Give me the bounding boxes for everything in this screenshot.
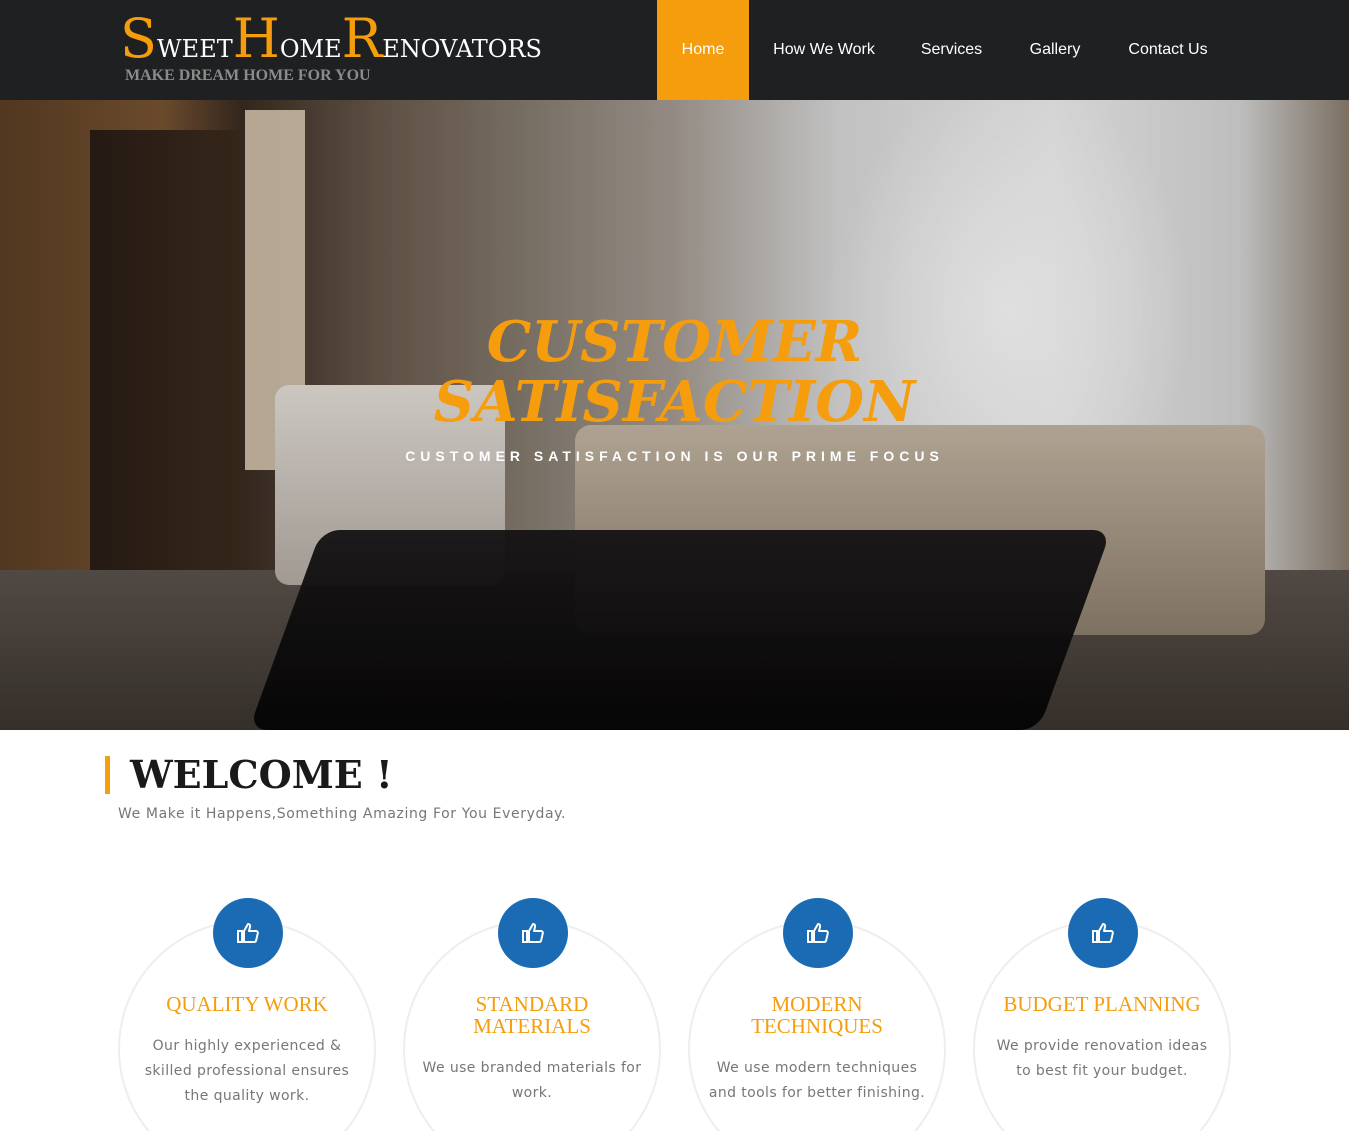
thumbs-up-icon xyxy=(237,923,259,943)
welcome-title: WELCOME ! xyxy=(130,752,393,797)
welcome-accent-bar xyxy=(105,756,110,794)
thumbs-up-icon xyxy=(807,923,829,943)
hero-title-line-1: CUSTOMER xyxy=(486,309,863,375)
nav-item-home[interactable]: Home xyxy=(657,0,749,100)
feature-desc-standard-materials: We use branded materials for work. xyxy=(417,1056,647,1106)
feature-title-line: QUALITY WORK xyxy=(166,992,328,1016)
welcome-subtitle: We Make it Happens,Something Amazing For… xyxy=(118,806,567,822)
hero-subtitle: CUSTOMER SATISFACTION IS OUR PRIME FOCUS xyxy=(405,448,944,464)
feature-title-line: BUDGET PLANNING xyxy=(1003,992,1201,1016)
main-nav: Home How We Work Services Gallery Contac… xyxy=(657,0,1230,100)
feature-desc-budget-planning: We provide renovation ideas to best fit … xyxy=(987,1034,1217,1084)
brand-title-cap-2: H xyxy=(232,7,280,70)
feature-desc-line: We use modern techniques xyxy=(716,1060,918,1076)
brand-logo[interactable]: SweetHomeRenovators MAKE DREAM HOME FOR … xyxy=(120,12,542,85)
feature-icon-circle xyxy=(213,898,283,968)
feature-icon-circle xyxy=(783,898,853,968)
feature-title-standard-materials: STANDARD MATERIALS xyxy=(403,993,661,1037)
feature-desc-line: to best fit your budget. xyxy=(1016,1063,1188,1079)
nav-item-services[interactable]: Services xyxy=(899,0,1004,100)
brand-title: SweetHomeRenovators xyxy=(120,12,542,66)
feature-desc-quality-work: Our highly experienced & skilled profess… xyxy=(132,1034,362,1109)
feature-title-line: MODERN xyxy=(771,992,863,1016)
top-navbar: SweetHomeRenovators MAKE DREAM HOME FOR … xyxy=(0,0,1349,100)
brand-tagline: MAKE DREAM HOME FOR YOU xyxy=(125,67,371,84)
feature-desc-line: Our highly experienced & xyxy=(152,1038,342,1054)
hero-banner: CUSTOMER SATISFACTION CUSTOMER SATISFACT… xyxy=(0,100,1349,730)
feature-title-modern-techniques: MODERN TECHNIQUES xyxy=(688,993,946,1037)
brand-title-cap-3: R xyxy=(341,7,383,70)
feature-title-line: MATERIALS xyxy=(473,1014,591,1038)
brand-title-cap-1: S xyxy=(120,7,157,70)
brand-title-rest-1: weet xyxy=(157,26,233,66)
feature-title-budget-planning: BUDGET PLANNING xyxy=(973,993,1231,1015)
brand-title-rest-2: ome xyxy=(279,26,342,66)
hero-title: CUSTOMER SATISFACTION xyxy=(0,312,1349,432)
feature-title-quality-work: QUALITY WORK xyxy=(118,993,376,1015)
feature-icon-circle xyxy=(498,898,568,968)
feature-desc-line: work. xyxy=(511,1085,553,1101)
nav-item-gallery[interactable]: Gallery xyxy=(1004,0,1106,100)
brand-title-rest-3: enovators xyxy=(382,26,542,66)
nav-item-contact-us[interactable]: Contact Us xyxy=(1106,0,1230,100)
feature-title-line: TECHNIQUES xyxy=(751,1014,883,1038)
thumbs-up-icon xyxy=(1092,923,1114,943)
feature-icon-circle xyxy=(1068,898,1138,968)
thumbs-up-icon xyxy=(522,923,544,943)
feature-desc-line: We use branded materials for xyxy=(422,1060,642,1076)
feature-desc-modern-techniques: We use modern techniques and tools for b… xyxy=(702,1056,932,1106)
nav-item-how-we-work[interactable]: How We Work xyxy=(749,0,899,100)
feature-desc-line: skilled professional ensures xyxy=(144,1063,350,1079)
hero-title-line-2: SATISFACTION xyxy=(433,369,916,435)
feature-desc-line: the quality work. xyxy=(184,1088,310,1104)
feature-title-line: STANDARD xyxy=(475,992,589,1016)
feature-desc-line: and tools for better finishing. xyxy=(708,1085,926,1101)
feature-desc-line: We provide renovation ideas xyxy=(996,1038,1208,1054)
